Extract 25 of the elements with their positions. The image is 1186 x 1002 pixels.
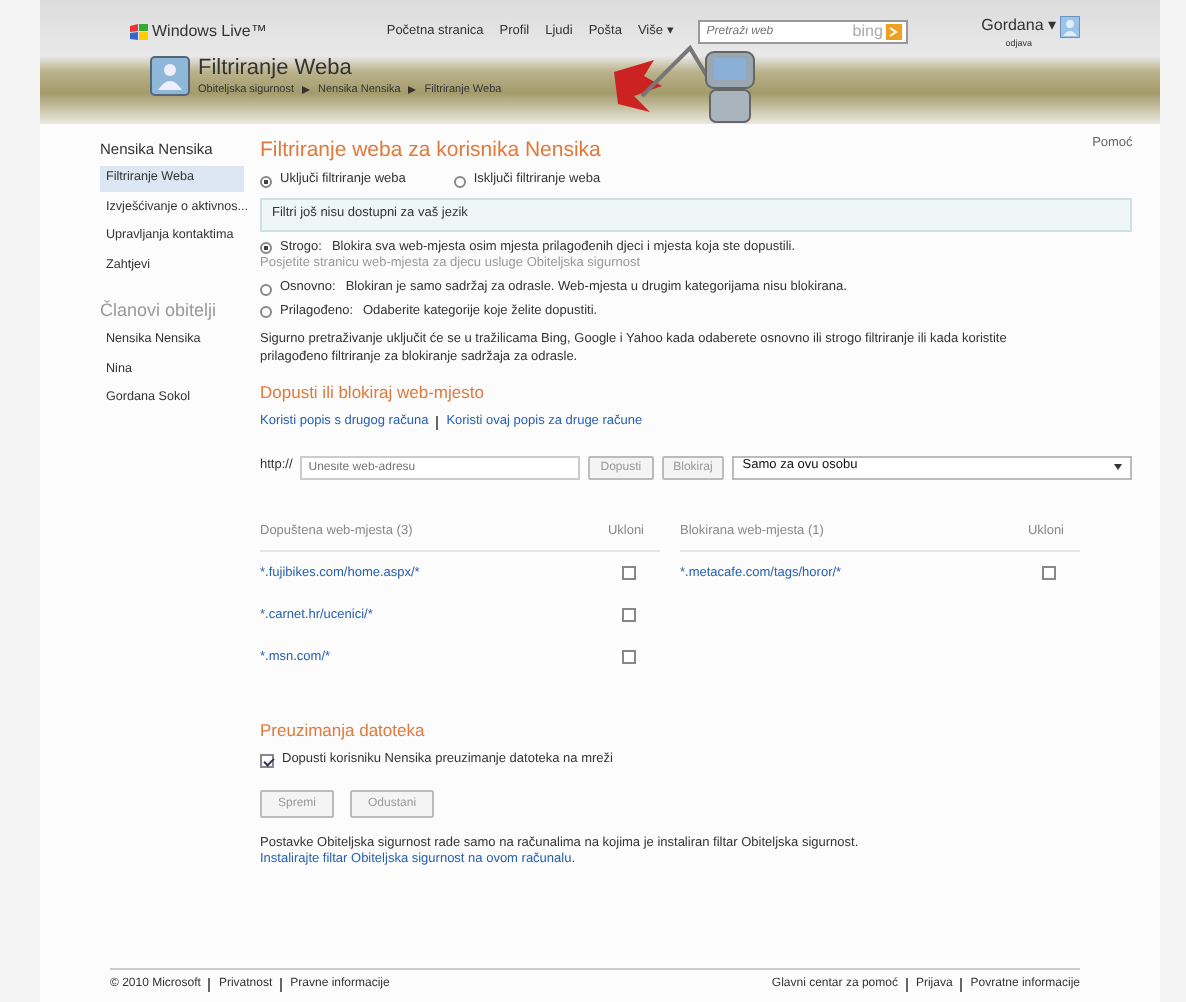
checkbox[interactable] (260, 753, 274, 768)
page-title: Filtriranje weba za korisnika Nensika (260, 136, 601, 165)
windows-flag-icon (130, 24, 148, 41)
radio-button[interactable] (453, 175, 466, 188)
checkbox[interactable] (622, 608, 636, 623)
checkbox[interactable] (622, 650, 636, 665)
dropdown-arrow-icon[interactable] (1114, 464, 1123, 471)
radio-button[interactable] (260, 283, 272, 296)
section-title: Preuzimanja datoteka (260, 720, 427, 744)
breadcrumb-arrow-icon (302, 86, 310, 95)
radio-button[interactable] (260, 306, 272, 319)
search-icon[interactable] (886, 24, 903, 41)
user-menu[interactable]: Gordana ▾ (981, 16, 1056, 38)
family-safety-icon (150, 55, 190, 96)
app-title: Filtriranje Weba (198, 53, 354, 84)
checkbox[interactable] (1042, 566, 1056, 581)
bing-wordmark: bing (852, 22, 883, 44)
radio-button[interactable] (260, 175, 272, 188)
user-avatar-icon[interactable] (1060, 16, 1080, 38)
checkbox[interactable] (622, 566, 636, 581)
radio-button[interactable] (260, 242, 272, 255)
breadcrumb-arrow-icon (408, 86, 417, 95)
section-title: Dopusti ili blokiraj web-mjesto (260, 382, 486, 406)
members-heading: Članovi obitelji (100, 298, 219, 323)
windows-live-logo[interactable]: Windows Live™ (152, 22, 267, 44)
